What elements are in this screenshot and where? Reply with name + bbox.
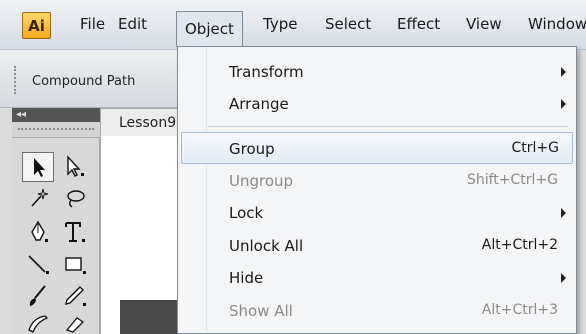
document-tab[interactable]: Lesson9 <box>100 108 180 136</box>
tools-panel-collapse-button[interactable]: ◂◂ <box>12 108 100 122</box>
menu-item-label: Group <box>229 140 275 158</box>
control-bar-grip[interactable] <box>14 66 19 94</box>
menu-item-ungroup[interactable]: Ungroup Shift+Ctrl+G <box>178 165 576 197</box>
line-segment-tool-icon[interactable] <box>22 250 54 280</box>
menu-item-label: Hide <box>229 269 264 287</box>
illustrator-logo-icon: Ai <box>22 12 51 39</box>
menu-type[interactable]: Type <box>263 0 297 50</box>
tools-panel-grip[interactable] <box>12 122 100 138</box>
submenu-arrow-icon <box>561 208 566 218</box>
rectangle-tool-icon[interactable] <box>58 250 90 280</box>
menu-file[interactable]: File <box>80 0 105 50</box>
blob-brush-tool-icon[interactable] <box>22 312 54 334</box>
lasso-tool-icon[interactable] <box>58 184 90 214</box>
eraser-tool-icon[interactable] <box>58 312 90 334</box>
object-menu-dropdown: Transform Arrange Group Ctrl+G Ungroup S… <box>177 46 577 334</box>
pen-tool-icon[interactable] <box>22 218 54 248</box>
menu-item-shortcut: Alt+Ctrl+3 <box>481 302 558 318</box>
menu-item-label: Arrange <box>229 95 289 113</box>
menu-select[interactable]: Select <box>325 0 371 50</box>
menu-view[interactable]: View <box>466 0 502 50</box>
direct-selection-tool-icon[interactable] <box>58 152 90 182</box>
control-bar: Compound Path <box>0 50 180 108</box>
compound-path-label[interactable]: Compound Path <box>32 74 135 89</box>
menu-item-label: Ungroup <box>229 172 294 190</box>
menu-item-unlock-all[interactable]: Unlock All Alt+Ctrl+2 <box>178 230 576 262</box>
menu-item-label: Transform <box>229 63 304 81</box>
selection-tool-icon[interactable] <box>22 152 54 182</box>
menu-window[interactable]: Window <box>528 0 586 50</box>
menu-item-lock[interactable]: Lock <box>178 197 576 229</box>
dark-rectangle-artwork[interactable] <box>120 300 180 334</box>
menu-item-transform[interactable]: Transform <box>178 56 576 88</box>
menu-edit[interactable]: Edit <box>118 0 147 50</box>
submenu-arrow-icon <box>561 99 566 109</box>
menu-separator <box>208 126 568 127</box>
type-tool-icon[interactable] <box>58 218 90 248</box>
submenu-arrow-icon <box>561 273 566 283</box>
menu-effect[interactable]: Effect <box>397 0 440 50</box>
menu-item-show-all[interactable]: Show All Alt+Ctrl+3 <box>178 295 576 327</box>
menu-item-label: Lock <box>229 204 264 222</box>
menu-item-group[interactable]: Group Ctrl+G <box>181 132 573 164</box>
menu-item-shortcut: Alt+Ctrl+2 <box>481 237 558 253</box>
magic-wand-tool-icon[interactable] <box>22 184 54 214</box>
submenu-arrow-icon <box>561 67 566 77</box>
menu-item-shortcut: Shift+Ctrl+G <box>466 172 558 188</box>
menu-item-hide[interactable]: Hide <box>178 262 576 294</box>
menu-item-arrange[interactable]: Arrange <box>178 88 576 120</box>
menu-bar: Ai File Edit Object Type Select Effect V… <box>0 0 586 50</box>
tools-panel <box>12 138 100 334</box>
menu-object[interactable]: Object <box>176 11 243 47</box>
paintbrush-tool-icon[interactable] <box>22 282 54 312</box>
pencil-tool-icon[interactable] <box>58 282 90 312</box>
menu-item-label: Show All <box>229 302 293 320</box>
menu-item-shortcut: Ctrl+G <box>511 140 560 156</box>
menu-item-label: Unlock All <box>229 237 304 255</box>
